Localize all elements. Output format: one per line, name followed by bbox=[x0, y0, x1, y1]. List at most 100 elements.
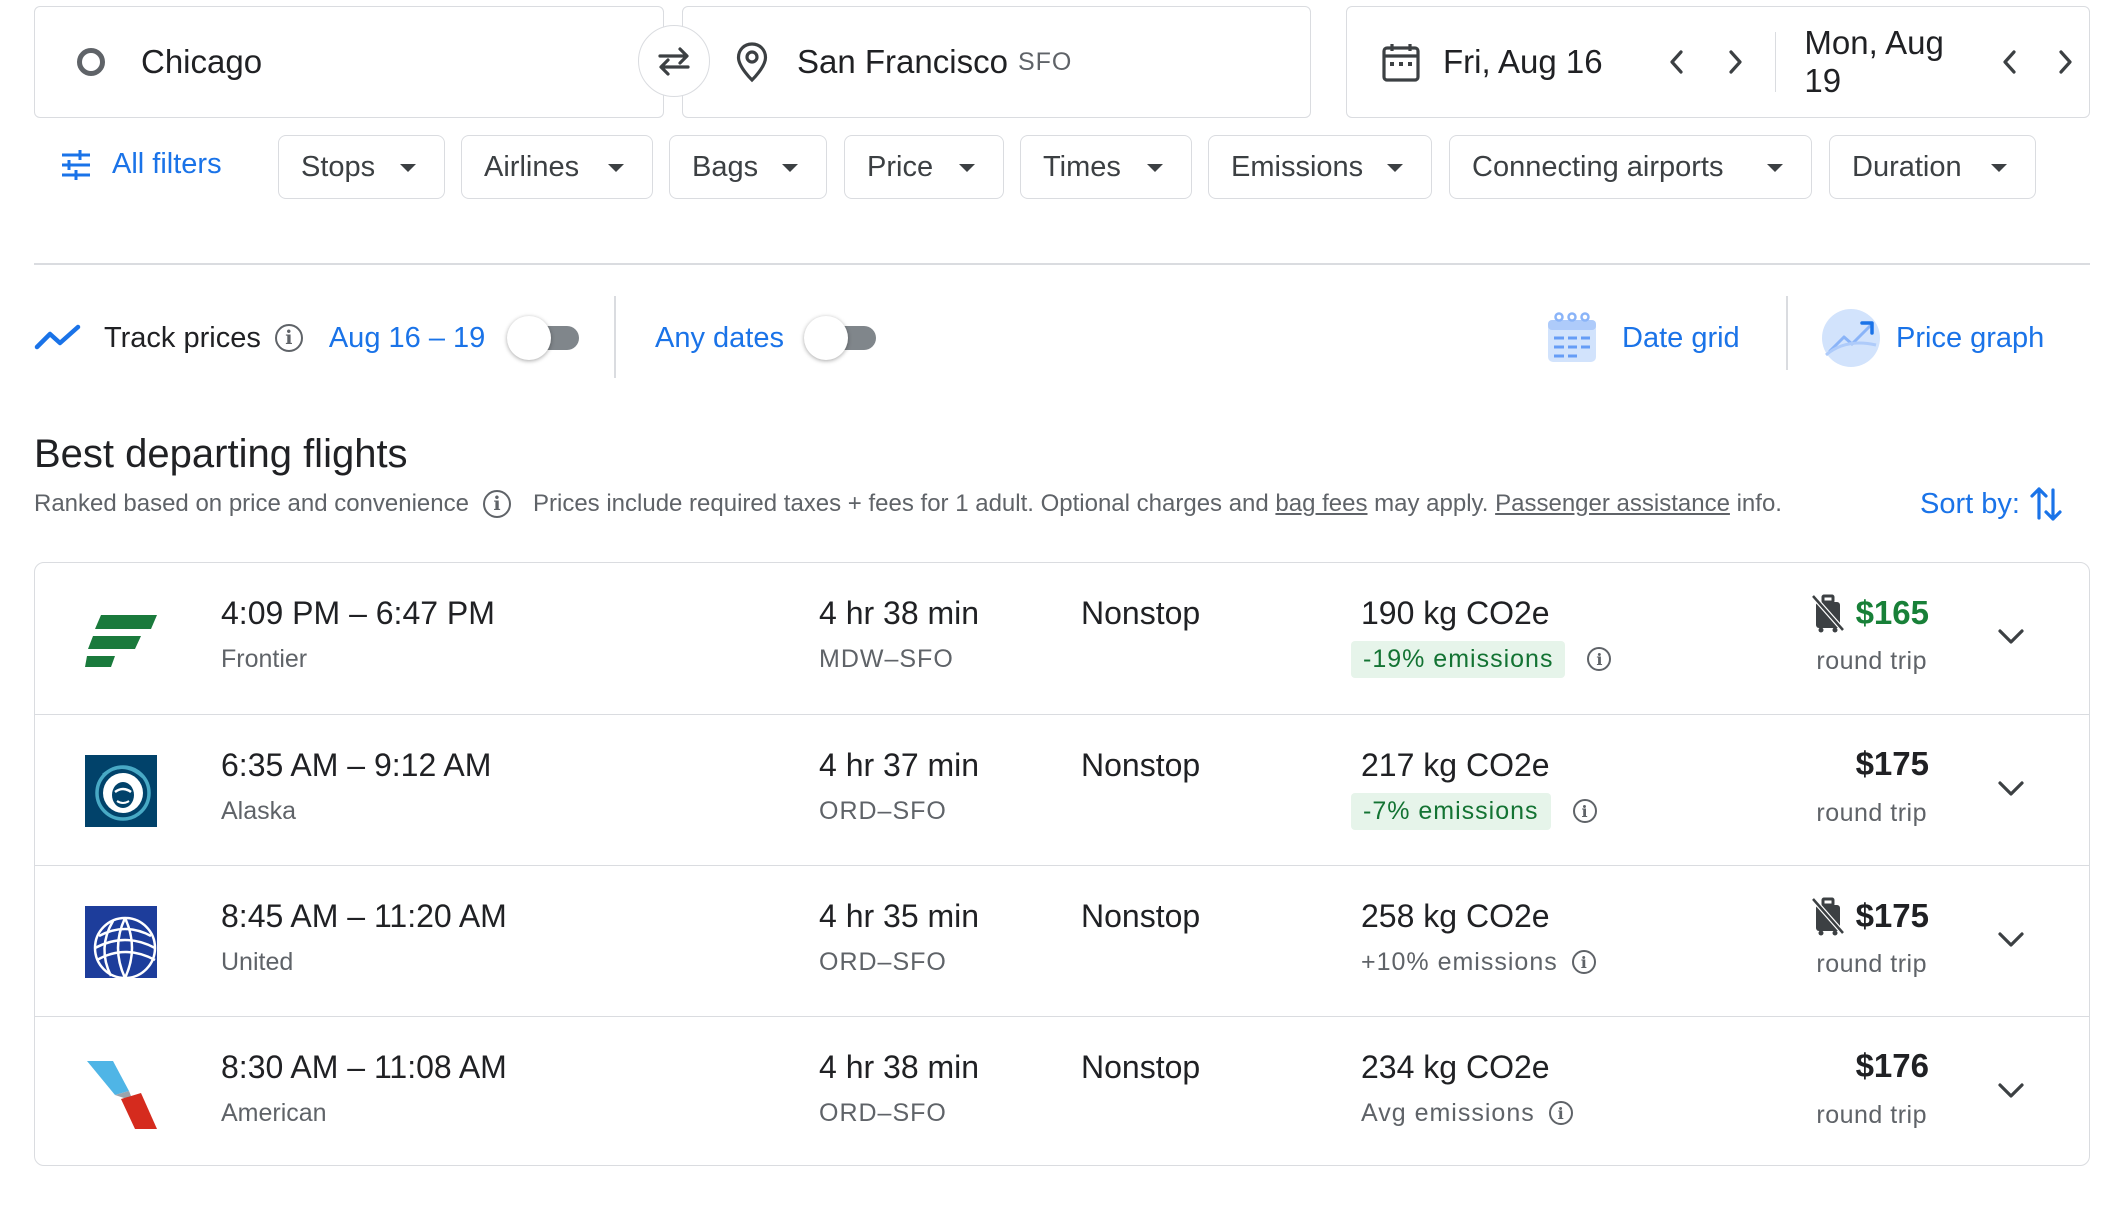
filter-chip-bags[interactable]: Bags bbox=[669, 135, 827, 199]
chip-label: Price bbox=[867, 150, 934, 183]
expand-button[interactable] bbox=[1991, 1071, 2031, 1111]
track-prices-toggle[interactable] bbox=[507, 316, 580, 360]
return-next-day-button[interactable] bbox=[2040, 36, 2089, 88]
depart-prev-day-button[interactable] bbox=[1651, 36, 1703, 88]
price-graph-label: Price graph bbox=[1896, 321, 2045, 354]
results-subline: Ranked based on price and convenience i … bbox=[34, 490, 1782, 518]
info-icon[interactable]: i bbox=[1572, 799, 1597, 823]
info-icon[interactable]: i bbox=[274, 324, 303, 352]
vertical-divider bbox=[614, 296, 616, 378]
trending-up-icon bbox=[34, 324, 81, 350]
airline-name: Frontier bbox=[221, 645, 308, 673]
dropdown-caret-icon bbox=[1991, 164, 2007, 172]
any-dates-section: Any dates bbox=[655, 312, 876, 364]
date-grid-label: Date grid bbox=[1622, 321, 1740, 354]
chevron-down-icon bbox=[1998, 781, 2024, 796]
price-graph-button[interactable]: Price graph bbox=[1820, 309, 2045, 367]
date-grid-icon bbox=[1548, 312, 1596, 362]
origin-circle-icon bbox=[77, 48, 105, 76]
price-section: $176 bbox=[1856, 1047, 1929, 1085]
filter-chip-stops[interactable]: Stops bbox=[278, 135, 445, 199]
filter-chip-duration[interactable]: Duration bbox=[1829, 135, 2036, 199]
any-dates-label: Any dates bbox=[655, 321, 784, 354]
expand-button[interactable] bbox=[1991, 617, 2031, 657]
flight-route: ORD–SFO bbox=[819, 948, 947, 976]
destination-field[interactable]: San Francisco SFO bbox=[682, 6, 1311, 118]
flight-row[interactable]: 4:09 PM – 6:47 PM Frontier 4 hr 38 min M… bbox=[35, 563, 2089, 714]
chevron-left-icon bbox=[2003, 50, 2016, 74]
filter-chip-emissions[interactable]: Emissions bbox=[1208, 135, 1432, 199]
prices-note: Prices include required taxes + fees for… bbox=[532, 490, 1269, 517]
divider bbox=[34, 263, 2090, 265]
info-icon[interactable]: i bbox=[1571, 950, 1596, 974]
chip-label: Duration bbox=[1852, 150, 1962, 183]
price-graph-icon bbox=[1822, 309, 1880, 367]
emissions-badge: -19% emissions bbox=[1351, 640, 1566, 678]
price-section: $165 bbox=[1810, 593, 1929, 633]
filter-chip-airlines[interactable]: Airlines bbox=[461, 135, 653, 199]
american-logo-icon bbox=[87, 1061, 157, 1129]
dropdown-caret-icon bbox=[400, 164, 416, 172]
destination-value: San Francisco bbox=[797, 43, 1008, 80]
depart-date-value: Fri, Aug 16 bbox=[1443, 43, 1603, 80]
price-note: round trip bbox=[1816, 647, 1927, 675]
flight-row[interactable]: 8:30 AM – 11:08 AM American 4 hr 38 min … bbox=[35, 1016, 2089, 1165]
origin-field[interactable]: Chicago bbox=[34, 6, 664, 118]
bag-fees-link[interactable]: bag fees bbox=[1275, 490, 1367, 518]
info-icon[interactable]: i bbox=[1548, 1101, 1573, 1125]
flight-route: ORD–SFO bbox=[819, 797, 947, 825]
alaska-logo-icon bbox=[85, 755, 157, 827]
toggle-knob bbox=[507, 316, 552, 360]
filter-chip-times[interactable]: Times bbox=[1020, 135, 1192, 199]
flight-route: MDW–SFO bbox=[819, 645, 954, 673]
price-value: $175 bbox=[1855, 897, 1929, 934]
flight-duration: 4 hr 37 min bbox=[819, 747, 980, 783]
filter-chip-connecting-airports[interactable]: Connecting airports bbox=[1449, 135, 1812, 199]
dropdown-caret-icon bbox=[1767, 164, 1783, 172]
price-value: $176 bbox=[1855, 1047, 1929, 1084]
chip-label: Bags bbox=[692, 150, 759, 183]
track-dates-label: Aug 16 – 19 bbox=[328, 321, 486, 354]
return-date-value: Mon, Aug 19 bbox=[1804, 24, 1944, 99]
all-filters-button[interactable]: All filters bbox=[60, 148, 222, 181]
airline-name: United bbox=[221, 948, 294, 976]
passenger-assistance-link[interactable]: Passenger assistance bbox=[1495, 490, 1730, 518]
sort-button[interactable]: Sort by: bbox=[1920, 484, 2064, 524]
airline-name: Alaska bbox=[221, 797, 297, 825]
expand-button[interactable] bbox=[1991, 769, 2031, 809]
sort-label: Sort by: bbox=[1920, 487, 2020, 520]
co2-value: 217 kg CO2e bbox=[1361, 747, 1550, 783]
date-grid-button[interactable]: Date grid bbox=[1544, 312, 1740, 364]
price-note: round trip bbox=[1816, 799, 1927, 827]
united-logo-icon bbox=[85, 906, 157, 978]
co2-value: 258 kg CO2e bbox=[1361, 898, 1550, 934]
swap-button[interactable] bbox=[638, 25, 710, 97]
calendar-icon bbox=[1381, 41, 1421, 83]
dropdown-caret-icon bbox=[782, 164, 798, 172]
price-note: round trip bbox=[1816, 950, 1927, 978]
dates-field[interactable]: Fri, Aug 16 Mon, Aug 19 bbox=[1346, 6, 2090, 118]
price-value: $175 bbox=[1855, 745, 1929, 782]
depart-next-day-button[interactable] bbox=[1709, 36, 1761, 88]
flight-row[interactable]: 8:45 AM – 11:20 AM United 4 hr 35 min OR… bbox=[35, 865, 2089, 1016]
frontier-logo-icon bbox=[85, 615, 157, 667]
date-divider bbox=[1775, 32, 1777, 92]
info-icon[interactable]: i bbox=[482, 490, 511, 518]
any-dates-toggle[interactable] bbox=[803, 316, 876, 360]
info-icon[interactable]: i bbox=[1587, 647, 1612, 671]
flight-times: 8:30 AM – 11:08 AM bbox=[221, 1049, 507, 1085]
filter-chip-price[interactable]: Price bbox=[844, 135, 1004, 199]
depart-date-section[interactable]: Fri, Aug 16 bbox=[1347, 7, 1761, 117]
co2-value: 234 kg CO2e bbox=[1361, 1049, 1550, 1085]
tune-sliders-icon bbox=[62, 149, 90, 180]
emissions-info: +10% emissions i bbox=[1361, 942, 1596, 982]
expand-button[interactable] bbox=[1991, 920, 2031, 960]
flight-stops: Nonstop bbox=[1081, 898, 1201, 934]
flight-stops: Nonstop bbox=[1081, 747, 1201, 783]
return-date-section[interactable]: Mon, Aug 19 bbox=[1790, 7, 2089, 117]
may-apply-text: may apply. bbox=[1374, 490, 1489, 517]
flight-row[interactable]: 6:35 AM – 9:12 AM Alaska 4 hr 37 min ORD… bbox=[35, 714, 2089, 865]
return-prev-day-button[interactable] bbox=[1986, 36, 2035, 88]
flight-duration: 4 hr 38 min bbox=[819, 595, 980, 631]
toggle-knob bbox=[803, 316, 848, 360]
